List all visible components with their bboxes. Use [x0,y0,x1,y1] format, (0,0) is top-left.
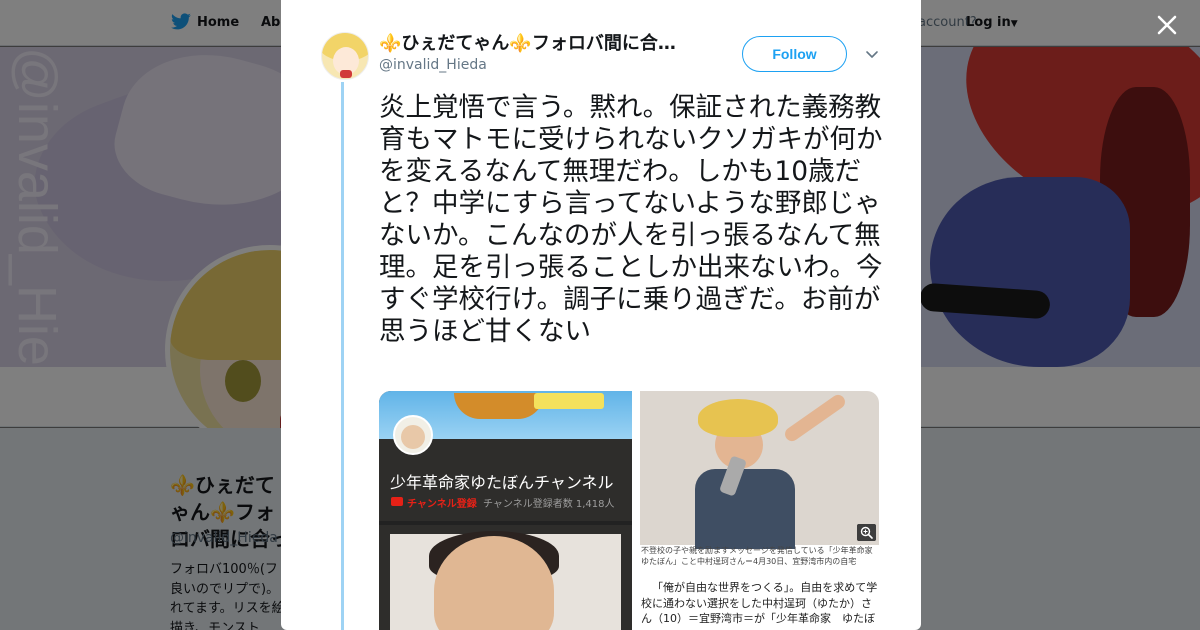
subscriber-count: チャンネル登録者数 1,418人 [483,499,615,510]
thread-line [341,82,344,630]
author-display-name[interactable]: ⚜️ひぇだてゃん⚜️フォロバ間に合… [379,32,689,56]
tweet-text: 炎上覚悟で言う。黙れ。保証された義務教育もマトモに受けられないクソガキが何かを変… [379,92,883,347]
follow-button[interactable]: Follow [742,36,847,72]
chevron-down-icon[interactable] [864,46,880,62]
author-avatar[interactable] [321,32,369,80]
youtube-play-icon [391,497,403,506]
close-icon[interactable] [1153,11,1181,39]
tweet-modal: ⚜️ひぇだてゃん⚜️フォロバ間に合… @invalid_Hieda Follow… [281,0,921,630]
photo-caption: 不登校の子や親を励ますメッセージを発信している「少年革命家ゆたぼん」こと中村逞珂… [641,546,873,566]
tweet-media-news-article[interactable]: 不登校の子や親を励ますメッセージを発信している「少年革命家ゆたぼん」こと中村逞珂… [640,391,879,630]
zoom-icon[interactable] [857,524,876,541]
tweet-media-youtube-screenshot[interactable]: 少年革命家ゆたぼんチャンネル チャンネル登録 チャンネル登録者数 1,418人 [379,391,632,630]
article-body: 「俺が自由な世界をつくる」。自由を求めて学校に通わない選択をした中村逞珂（ゆたか… [641,581,878,625]
subscribe-label: チャンネル登録 [407,499,477,510]
channel-name: 少年革命家ゆたぼんチャンネル [390,473,614,492]
article-text: 「俺が自由な世界をつくる」。自由を求めて学校に通わない選択をした中村逞珂（ゆたか… [641,580,879,627]
author-screen-name[interactable]: @invalid_Hieda [379,57,487,73]
